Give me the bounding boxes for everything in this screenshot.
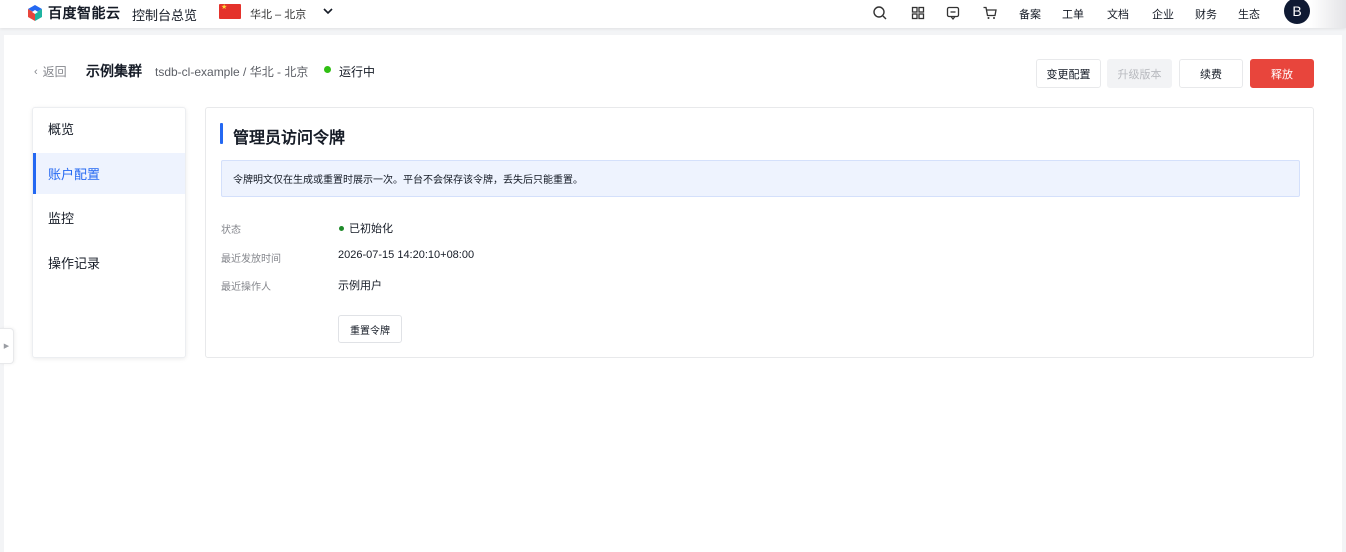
baidu-cloud-logo-icon bbox=[28, 5, 42, 21]
sidebar-item-label: 账户配置 bbox=[48, 167, 101, 182]
token-card: 管理员访问令牌 令牌明文仅在生成或重置时展示一次。平台不会保存该令牌，丢失后只能… bbox=[205, 107, 1314, 358]
field-value-operator: 示例用户 bbox=[338, 280, 382, 292]
sidebar-item-label: 操作记录 bbox=[48, 256, 101, 271]
side-menu: 概览 账户配置 监控 操作记录 bbox=[32, 107, 186, 358]
nav-link-filing[interactable]: 备案 bbox=[1019, 6, 1041, 22]
avatar[interactable]: B bbox=[1284, 0, 1310, 24]
notice-text: 令牌明文仅在生成或重置时展示一次。平台不会保存该令牌，丢失后只能重置。 bbox=[233, 175, 583, 186]
chevron-down-icon[interactable] bbox=[321, 4, 335, 18]
sidebar-item-monitor[interactable]: 监控 bbox=[33, 197, 185, 238]
sidebar-item-account-config[interactable]: 账户配置 bbox=[33, 153, 185, 194]
message-icon[interactable] bbox=[945, 5, 961, 21]
reset-token-button[interactable]: 重置令牌 bbox=[338, 315, 402, 343]
main-panel: ‹ 返回 示例集群 tsdb-cl-example / 华北 - 北京 运行中 … bbox=[4, 35, 1342, 552]
search-icon[interactable] bbox=[872, 5, 888, 21]
apps-grid-icon[interactable] bbox=[910, 5, 926, 21]
cluster-path: tsdb-cl-example / 华北 - 北京 bbox=[155, 65, 309, 79]
field-label-issued-time: 最近发放时间 bbox=[221, 254, 281, 265]
renew-button[interactable]: 续费 bbox=[1179, 59, 1243, 88]
field-value-issued-time: 2026-07-15 14:20:10+08:00 bbox=[338, 249, 475, 261]
status-dot bbox=[324, 66, 331, 73]
sidebar-expand-handle[interactable]: ▶ bbox=[0, 328, 14, 364]
back-label: 返回 bbox=[42, 65, 67, 79]
release-button[interactable]: 释放 bbox=[1250, 59, 1314, 88]
sidebar-item-label: 监控 bbox=[48, 211, 75, 226]
china-flag-icon[interactable]: ★ bbox=[219, 4, 241, 19]
logo[interactable]: 百度智能云 bbox=[26, 3, 121, 23]
console-overview-link[interactable]: 控制台总览 bbox=[132, 5, 197, 24]
logo-text: 百度智能云 bbox=[48, 5, 121, 21]
upgrade-version-button[interactable]: 升级版本 bbox=[1107, 59, 1172, 88]
chevron-right-icon: ▶ bbox=[3, 343, 10, 350]
chevron-left-icon: ‹ bbox=[34, 65, 38, 78]
top-navigation-bar: 百度智能云 控制台总览 ★ 华北 – 北京 备案 工单 文档 企业 财务 生态 … bbox=[0, 0, 1346, 28]
sidebar-item-operation-log[interactable]: 操作记录 bbox=[33, 242, 185, 283]
notice-banner: 令牌明文仅在生成或重置时展示一次。平台不会保存该令牌，丢失后只能重置。 bbox=[221, 160, 1300, 197]
sidebar-item-label: 概览 bbox=[48, 122, 75, 137]
nav-link-finance[interactable]: 财务 bbox=[1195, 6, 1217, 22]
field-label-operator: 最近操作人 bbox=[221, 282, 271, 293]
change-config-button[interactable]: 变更配置 bbox=[1036, 59, 1101, 88]
sidebar-item-overview[interactable]: 概览 bbox=[33, 108, 185, 149]
card-title: 管理员访问令牌 bbox=[233, 130, 346, 147]
cart-icon[interactable] bbox=[982, 5, 998, 21]
title-accent-bar bbox=[220, 123, 223, 144]
region-selector[interactable]: 华北 – 北京 bbox=[250, 6, 306, 22]
nav-link-ticket[interactable]: 工单 bbox=[1062, 6, 1084, 22]
field-value-status: 已初始化 bbox=[349, 223, 393, 235]
corner-shade bbox=[1310, 0, 1346, 28]
nav-link-docs[interactable]: 文档 bbox=[1107, 6, 1129, 22]
field-label-status: 状态 bbox=[221, 225, 241, 236]
nav-link-ecosystem[interactable]: 生态 bbox=[1238, 6, 1260, 22]
nav-link-enterprise[interactable]: 企业 bbox=[1152, 6, 1174, 22]
status-dot bbox=[339, 226, 344, 231]
page-title: 示例集群 bbox=[86, 63, 142, 79]
status-badge: 运行中 bbox=[339, 65, 376, 79]
page-header: ‹ 返回 示例集群 tsdb-cl-example / 华北 - 北京 运行中 … bbox=[4, 35, 1342, 105]
back-link[interactable]: ‹ 返回 bbox=[34, 63, 67, 80]
